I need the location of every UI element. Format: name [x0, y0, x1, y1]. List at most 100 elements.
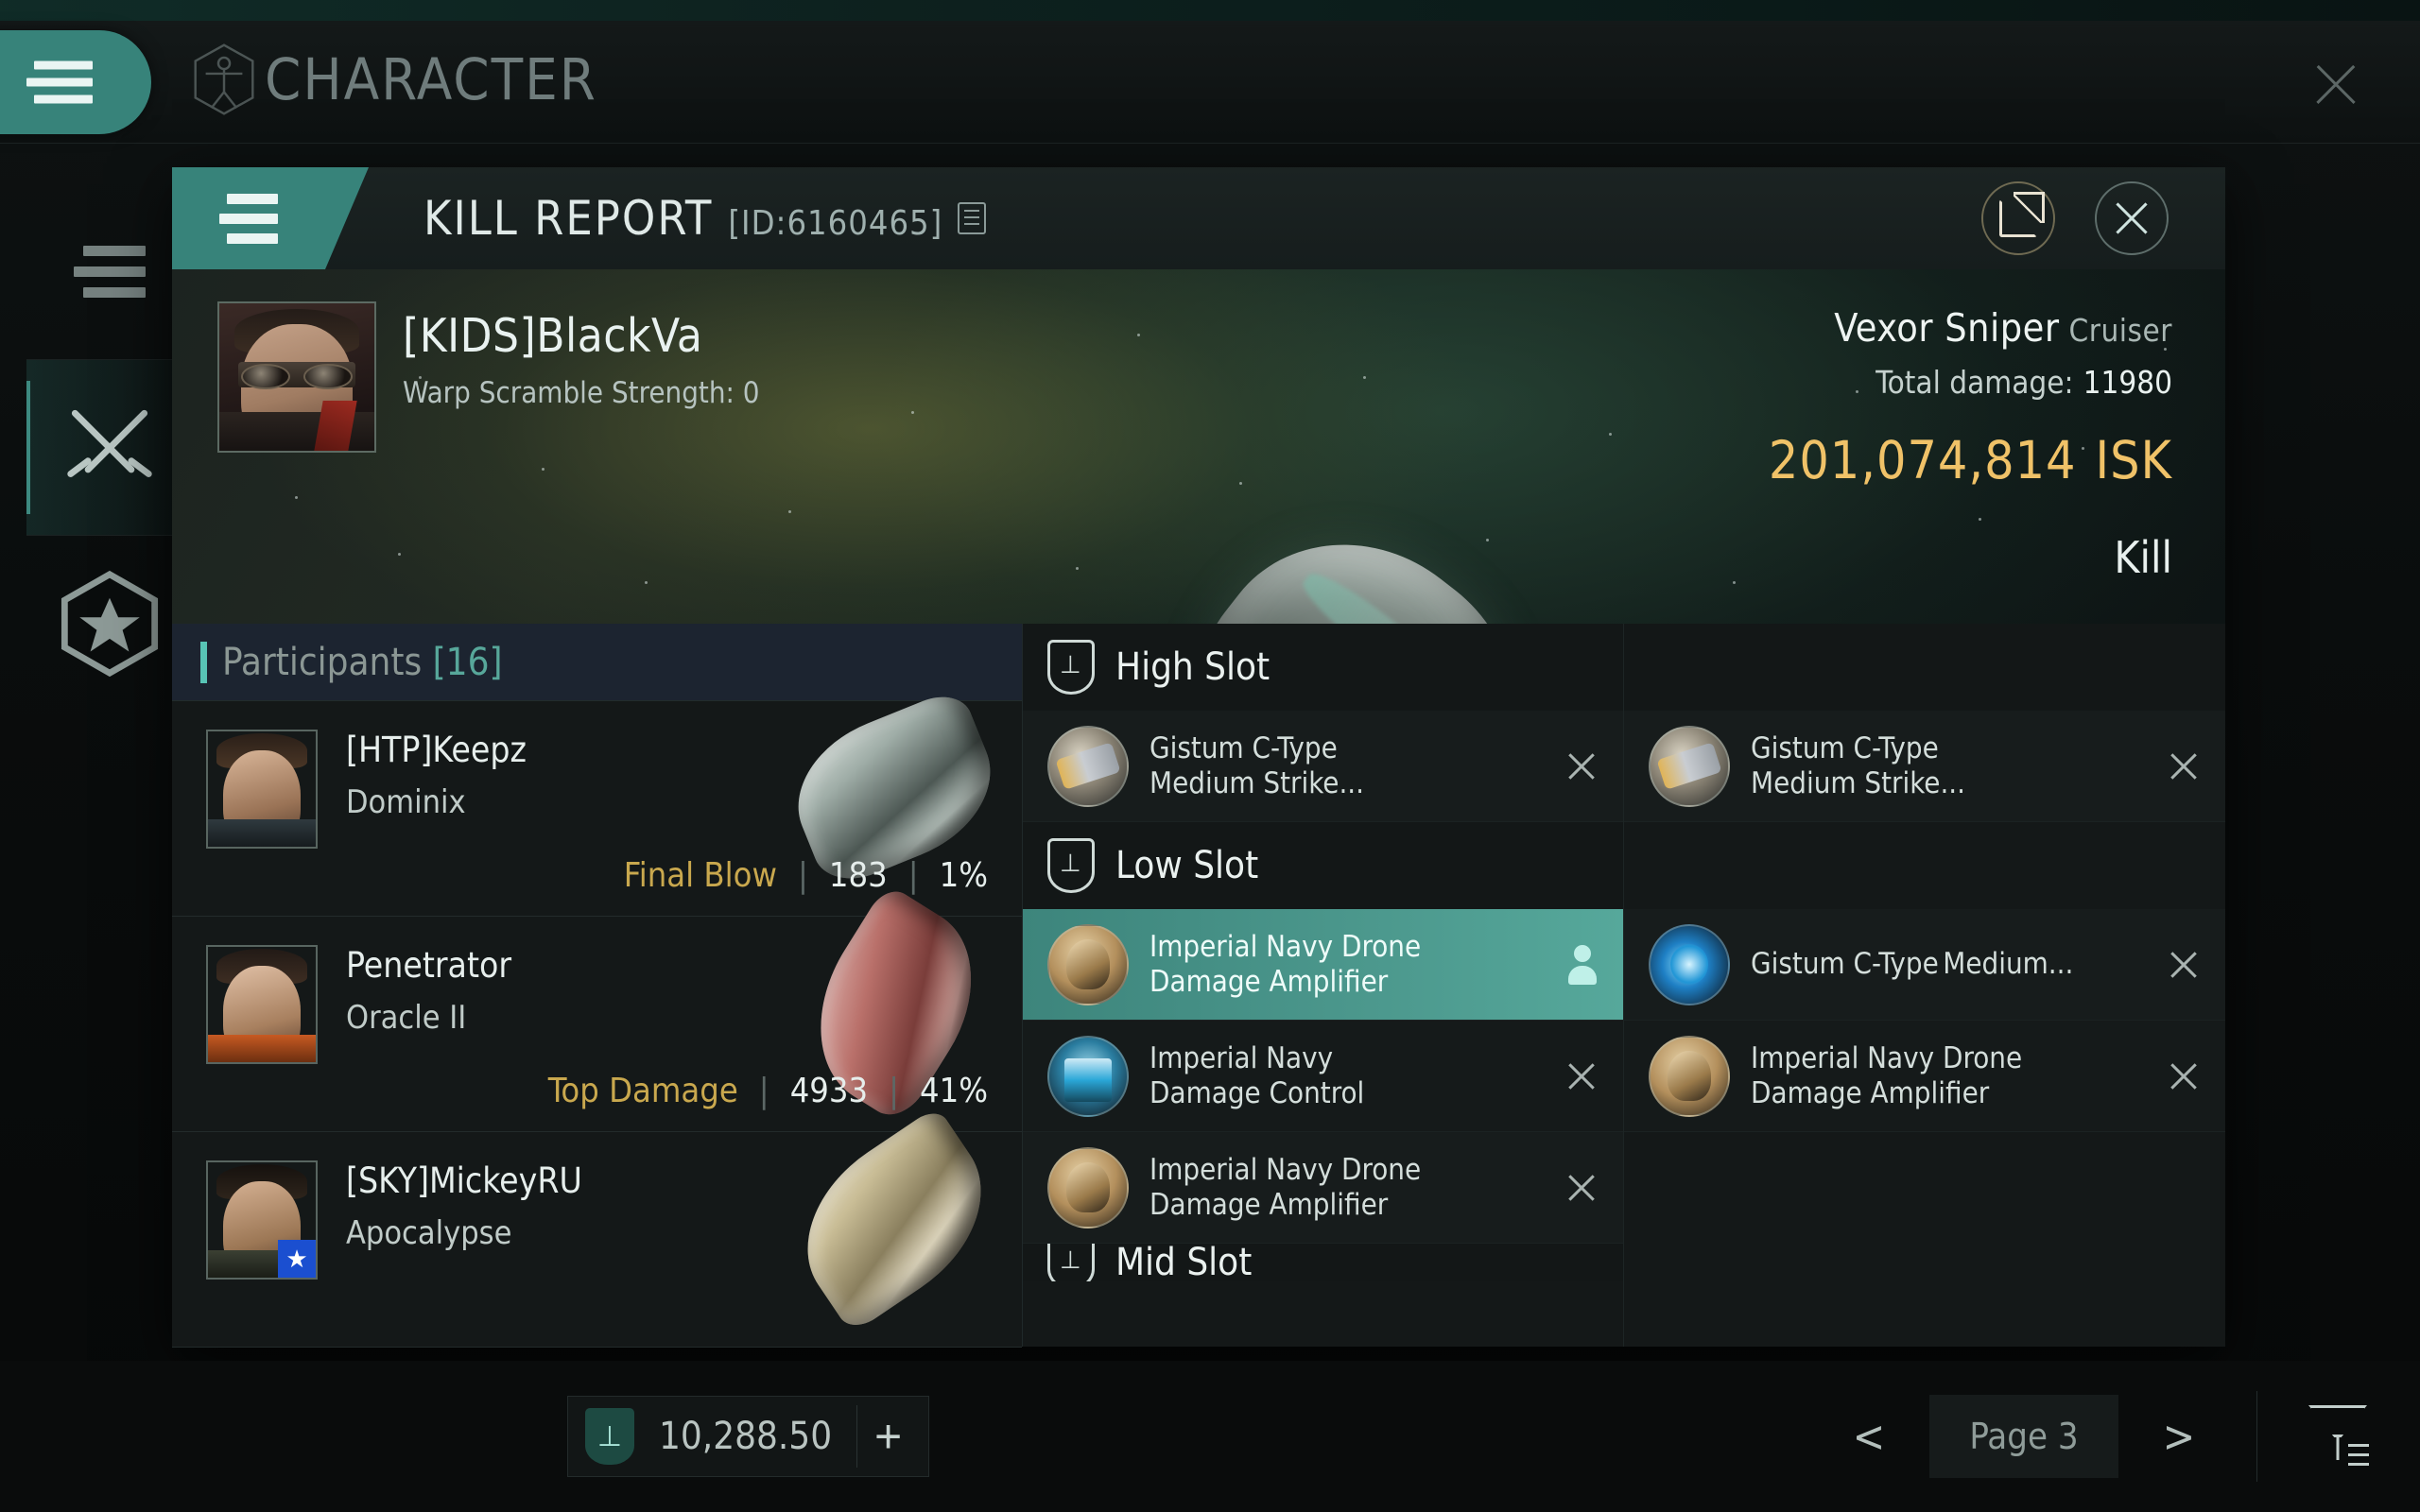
fitting-panel: ⊥ High Slot 1 Gistum C-Type Medium Strik…	[1023, 624, 2225, 1347]
sidebar-rail	[26, 184, 192, 713]
dialog-title-group: KILL REPORT [ID:6160465]	[424, 191, 987, 246]
wallet-widget[interactable]: ⊥ 10,288.50 +	[567, 1396, 930, 1477]
background-page-title: CHARACTER	[189, 42, 597, 117]
kill-hero-banner: [KIDS]BlackVa Warp Scramble Strength: 0 …	[172, 269, 2225, 624]
item-name-line2: Medium Strike...	[1751, 765, 1966, 800]
item-name-line2: Damage Amplifier	[1150, 1187, 1389, 1222]
isk-wallet-icon: ⊥	[585, 1408, 634, 1465]
item-name-line2: Damage Control	[1150, 1075, 1365, 1110]
crossed-swords-icon	[66, 409, 152, 477]
dialog-menu-button[interactable]	[172, 167, 325, 269]
star-hexagon-icon	[60, 570, 158, 677]
table-row[interactable]: [HTP]Keepz Dominix Final Blow | 183 | 1%	[172, 686, 1022, 917]
close-button[interactable]	[2095, 181, 2169, 255]
drone-amplifier-icon: 1	[1047, 923, 1129, 1005]
high-slot-header: ⊥ High Slot	[1023, 624, 1623, 711]
kill-report-dialog: KILL REPORT [ID:6160465] [KIDS]BlackVa W…	[172, 167, 2225, 1348]
slot-shield-icon: ⊥	[1047, 640, 1095, 695]
high-slot-label: High Slot	[1115, 645, 1270, 689]
table-row[interactable]: ★ [SKY]MickeyRU Apocalypse	[172, 1106, 1022, 1348]
list-item[interactable]: 1 Gistum C-Type Medium Strike...	[1023, 711, 1623, 822]
prev-page-button[interactable]: <	[1842, 1411, 1895, 1462]
participant-name: [HTP]Keepz	[346, 730, 527, 770]
vitruvian-character-icon	[194, 43, 254, 115]
list-item[interactable]: 1 Imperial Navy Drone Damage Amplifier	[1624, 1021, 2225, 1132]
item-qty: 1	[1049, 780, 1052, 805]
avatar	[217, 301, 376, 453]
sidebar-item-achievements[interactable]	[26, 536, 192, 711]
dialog-id-label: [ID:6160465]	[728, 204, 943, 243]
item-qty: 1	[1049, 978, 1052, 1004]
remove-icon[interactable]	[1564, 1171, 1599, 1205]
participant-ship: Dominix	[346, 783, 466, 821]
isk-unit: ISK	[2095, 430, 2172, 490]
remove-icon[interactable]	[1564, 1059, 1599, 1093]
participants-panel: Participants [16] [HTP]Keepz Dominix Fin…	[172, 624, 1023, 1348]
warp-scramble-strength: Warp Scramble Strength: 0	[403, 376, 760, 410]
item-name-line2: Damage Amplifier	[1751, 1075, 1990, 1110]
wallet-amount: 10,288.50	[659, 1415, 833, 1458]
participant-ship-render	[772, 1106, 1016, 1334]
list-item[interactable]: 1 Imperial Navy Damage Control	[1023, 1021, 1623, 1132]
dialog-body: Participants [16] [HTP]Keepz Dominix Fin…	[172, 624, 2225, 1348]
participant-percent: 41%	[920, 1072, 988, 1110]
close-icon	[2111, 198, 2152, 239]
victim-pilot-name: [KIDS]BlackVa	[403, 309, 703, 363]
list-item[interactable]: 1 Gistum C-Type Medium Strike...	[1624, 711, 2225, 822]
next-page-button[interactable]: >	[2152, 1411, 2205, 1462]
screen: CHARACTER KILL REPORT [ID:6160465] [KIDS…	[0, 0, 2420, 1512]
participant-percent: 1%	[939, 856, 988, 895]
participant-damage: 4933	[789, 1072, 869, 1110]
accent-bar	[200, 641, 207, 683]
person-icon[interactable]	[1566, 945, 1599, 985]
participants-count: [16]	[432, 640, 503, 684]
blue-module-icon: 1	[1649, 923, 1730, 1005]
item-qty: 1	[1651, 1090, 1653, 1115]
participant-ship-render	[775, 686, 1013, 892]
add-isk-button[interactable]: +	[856, 1405, 919, 1468]
table-row[interactable]: Penetrator Oracle II Top Damage | 4933 |…	[172, 883, 1022, 1132]
sidebar-item-menu[interactable]	[26, 184, 192, 359]
hamburger-icon	[26, 60, 93, 104]
copy-icon[interactable]	[958, 202, 987, 234]
item-name-line1: Imperial Navy Drone	[1150, 929, 1422, 964]
total-damage-value: 11980	[2083, 364, 2172, 401]
participant-ship-render	[781, 883, 1008, 1126]
remove-icon[interactable]	[2167, 1059, 2201, 1093]
list-item[interactable]: 1 Imperial Navy Drone Damage Amplifier	[1023, 1132, 1623, 1244]
funnel-filter-icon[interactable]	[2308, 1405, 2369, 1468]
remove-icon[interactable]	[2167, 749, 2201, 783]
list-item[interactable]: 1 Gistum C-Type Medium...	[1624, 909, 2225, 1021]
participant-ship: Apocalypse	[346, 1214, 512, 1252]
list-item[interactable]: 1 Imperial Navy Drone Damage Amplifier	[1023, 909, 1623, 1021]
participant-name: [SKY]MickeyRU	[346, 1160, 582, 1201]
victim-ship-class: Cruiser	[2068, 312, 2172, 349]
total-damage-label: Total damage:	[1876, 364, 2074, 401]
dialog-actions	[1981, 181, 2169, 255]
item-qty: 1	[1651, 780, 1653, 805]
drone-amplifier-icon: 1	[1649, 1035, 1730, 1117]
pagination: < Page 3 >	[1842, 1391, 2369, 1482]
hamburger-icon	[73, 246, 146, 298]
top-accent-strip	[0, 0, 2420, 21]
background-title-text: CHARACTER	[265, 45, 597, 113]
participant-stats: Top Damage | 4933 | 41%	[547, 1072, 988, 1110]
background-close-icon[interactable]	[2307, 55, 2365, 113]
item-name-line2: Damage Amplifier	[1150, 964, 1389, 999]
rank-badge: ★	[278, 1240, 316, 1278]
share-button[interactable]	[1981, 181, 2055, 255]
participant-ship: Oracle II	[346, 999, 467, 1037]
kill-result: Kill	[2114, 532, 2172, 583]
mid-slot-label: Mid Slot	[1115, 1244, 1253, 1281]
mid-slot-header: ⊥ Mid Slot	[1023, 1244, 1623, 1281]
remove-icon[interactable]	[1564, 749, 1599, 783]
remove-icon[interactable]	[2167, 948, 2201, 982]
low-slot-header: ⊥ Low Slot	[1023, 822, 1623, 909]
participants-header: Participants [16]	[172, 624, 1022, 701]
divider	[2256, 1391, 2257, 1482]
sidebar-item-combat[interactable]	[26, 360, 192, 535]
item-qty: 1	[1049, 1201, 1052, 1227]
item-name-line1: Gistum C-Type	[1150, 730, 1338, 765]
drone-amplifier-icon: 1	[1047, 1146, 1129, 1228]
background-menu-button[interactable]	[0, 30, 151, 134]
